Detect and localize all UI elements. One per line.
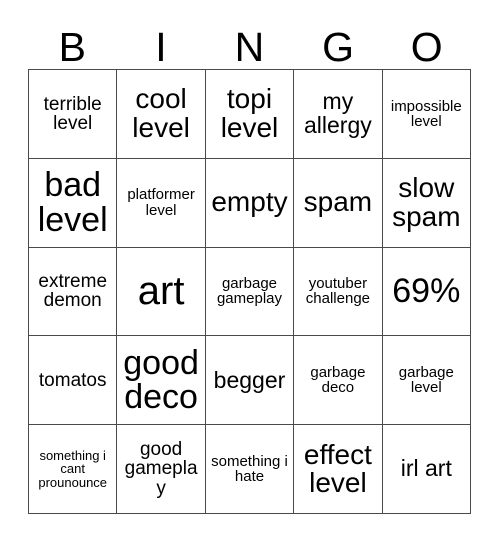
- bingo-grid: terrible level cool level topi level my all…: [28, 69, 471, 514]
- bingo-cell-label: spam: [303, 186, 373, 218]
- bingo-cell[interactable]: impossible level: [382, 70, 471, 159]
- bingo-cell[interactable]: good gameplay: [117, 425, 206, 514]
- bingo-cell-label: something i hate: [211, 452, 288, 486]
- bingo-cell-label: good deco: [123, 343, 199, 417]
- bingo-cell[interactable]: spam: [294, 158, 383, 248]
- bingo-cell-label: tomatos: [38, 369, 107, 391]
- bingo-card: B I N G O terrible level cool level topi l…: [0, 0, 500, 544]
- bingo-cell[interactable]: bad level: [29, 158, 118, 248]
- bingo-cell[interactable]: art: [117, 247, 206, 337]
- bingo-cell-label: effect level: [303, 438, 372, 499]
- bingo-header-row: B I N G O: [28, 14, 471, 69]
- bingo-cell[interactable]: terrible level: [29, 70, 118, 159]
- bingo-cell-label: garbage level: [398, 363, 454, 397]
- bingo-cell-label: 69%: [392, 272, 461, 311]
- bingo-cell-label: good gameplay: [124, 439, 198, 499]
- bingo-cell-label: something i cant prounounce: [38, 448, 108, 490]
- bingo-cell-label: empty: [211, 186, 288, 218]
- bingo-cell-label: slow spam: [392, 172, 461, 232]
- bingo-cell-label: irl art: [400, 455, 452, 482]
- bingo-cell-label: youtuber challenge: [305, 275, 370, 308]
- header-letter-g: G: [322, 24, 355, 70]
- bingo-cell[interactable]: begger: [205, 336, 295, 426]
- bingo-cell[interactable]: cool level: [117, 70, 206, 159]
- bingo-cell[interactable]: effect level: [294, 425, 383, 514]
- bingo-cell[interactable]: something i cant prounounce: [29, 425, 118, 514]
- header-letter-n: N: [234, 24, 265, 70]
- bingo-cell[interactable]: tomatos: [29, 336, 118, 426]
- bingo-cell[interactable]: my allergy: [294, 70, 383, 159]
- bingo-cell-label: my allergy: [304, 88, 372, 138]
- bingo-cell[interactable]: platformer level: [117, 158, 206, 248]
- bingo-cell-label: topi level: [220, 83, 279, 143]
- bingo-cell-label: terrible level: [43, 93, 102, 134]
- bingo-cell-label: cool level: [132, 83, 190, 143]
- bingo-cell[interactable]: slow spam: [382, 158, 471, 248]
- bingo-cell[interactable]: garbage gameplay: [205, 247, 295, 337]
- bingo-cell[interactable]: garbage deco: [294, 336, 383, 426]
- bingo-cell-label: platformer level: [127, 186, 195, 219]
- bingo-cell[interactable]: youtuber challenge: [294, 247, 383, 337]
- bingo-cell[interactable]: 69%: [382, 247, 471, 337]
- bingo-cell[interactable]: topi level: [205, 70, 295, 159]
- header-letter-o: O: [410, 24, 443, 70]
- bingo-cell-label: art: [137, 269, 185, 314]
- header-letter-i: I: [155, 24, 167, 70]
- bingo-cell[interactable]: good deco: [117, 336, 206, 426]
- bingo-cell-label: garbage gameplay: [216, 275, 283, 308]
- bingo-cell[interactable]: empty: [205, 158, 295, 248]
- header-letter-b: B: [58, 24, 86, 70]
- bingo-cell[interactable]: extreme demon: [29, 247, 118, 337]
- bingo-cell[interactable]: something i hate: [205, 425, 295, 514]
- bingo-cell-label: extreme demon: [38, 271, 108, 312]
- bingo-cell-label: impossible level: [390, 97, 462, 130]
- bingo-cell-label: bad level: [37, 166, 108, 239]
- bingo-cell[interactable]: irl art: [382, 425, 471, 514]
- bingo-cell-label: garbage deco: [310, 363, 366, 397]
- bingo-cell-label: begger: [213, 366, 286, 393]
- bingo-cell[interactable]: garbage level: [382, 336, 471, 426]
